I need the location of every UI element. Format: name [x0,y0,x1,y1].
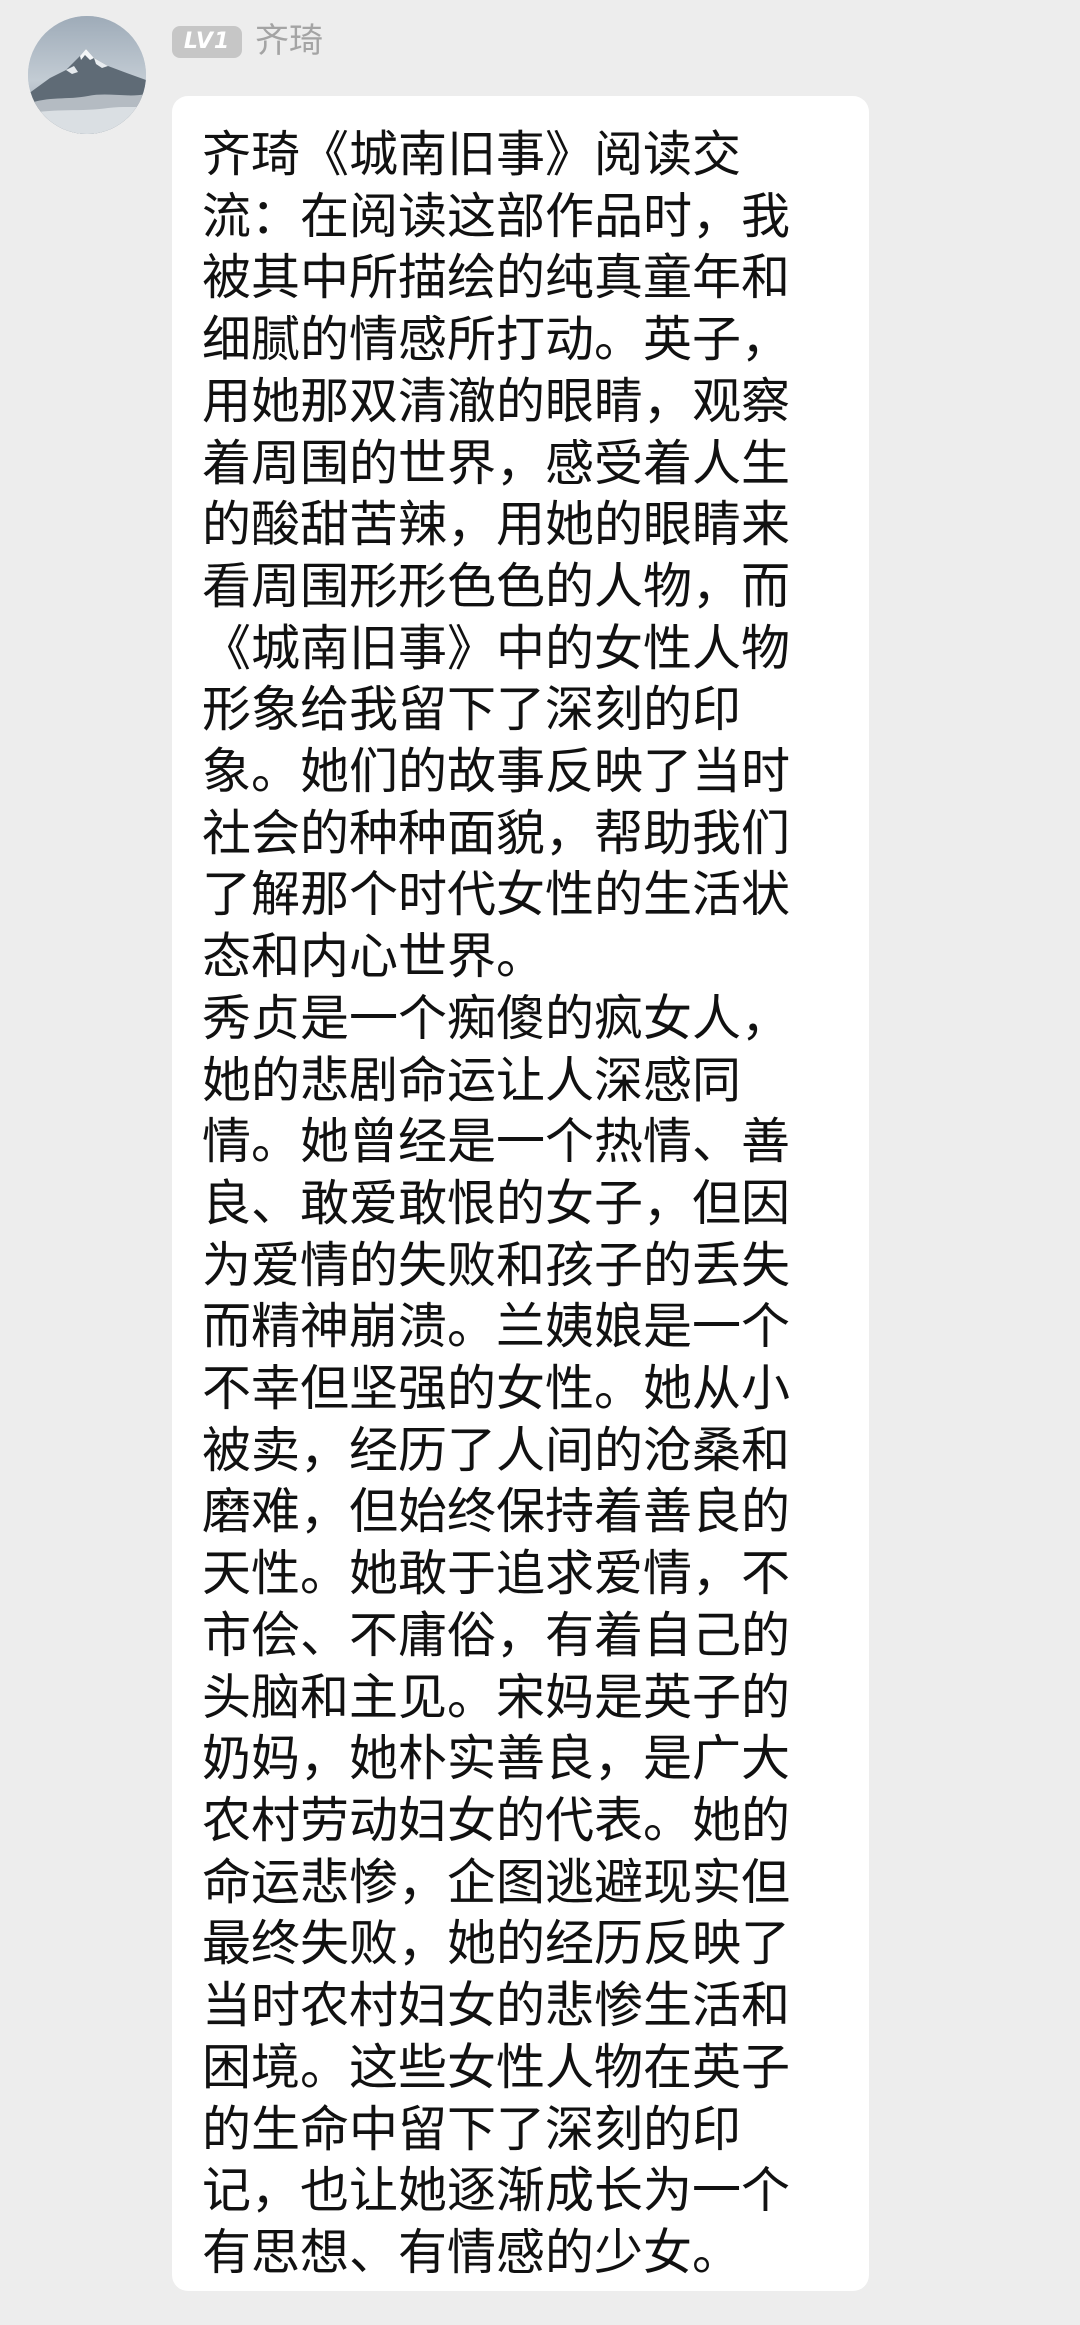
snowy-mountain-avatar-icon [28,16,146,134]
message-text: 齐琦《城南旧事》阅读交流：在阅读这部作品时，我被其中所描绘的纯真童年和细腻的情感… [202,126,791,2281]
sender-name: 齐琦 [255,21,323,61]
sender-avatar[interactable] [28,16,146,134]
message-bubble[interactable]: 齐琦《城南旧事》阅读交流：在阅读这部作品时，我被其中所描绘的纯真童年和细腻的情感… [172,96,869,2291]
level-badge: LV1 [172,26,242,58]
